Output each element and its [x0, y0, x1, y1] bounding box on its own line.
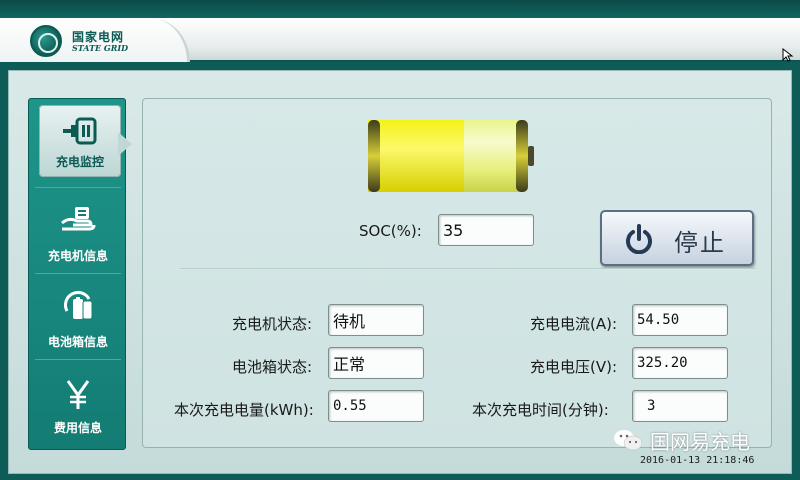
charger-state-field: 待机: [328, 304, 424, 336]
sidebar-item-fee-info[interactable]: 费用信息: [29, 363, 127, 447]
current-field: 54.50: [632, 304, 728, 336]
sidebar-item-charging-monitor[interactable]: 充电监控: [39, 105, 121, 177]
power-icon: [626, 224, 652, 254]
sidebar-item-label: 费用信息: [53, 421, 102, 435]
wechat-icon: [614, 430, 643, 451]
mouse-cursor-icon: [782, 48, 794, 62]
side-navigation: 充电监控 充电机信息 电池箱信息 费用信息: [28, 98, 126, 450]
voltage-field: 325.20: [632, 347, 728, 379]
stop-button[interactable]: 停止: [600, 210, 754, 266]
sidebar-item-battery-box-info[interactable]: 电池箱信息: [29, 275, 127, 359]
section-divider: [180, 268, 756, 270]
voltage-label: 充电电压(V):: [530, 358, 618, 376]
watermark-text: 国网易充电: [650, 430, 750, 454]
sidebar-item-label: 充电机信息: [47, 249, 108, 263]
charging-plug-icon: [63, 117, 97, 145]
energy-label: 本次充电电量(kWh):: [174, 401, 314, 419]
duration-label: 本次充电时间(分钟):: [472, 401, 609, 419]
soc-label: SOC(%):: [359, 222, 422, 240]
sidebar-item-label: 充电监控: [55, 155, 104, 169]
active-nav-pointer: [118, 132, 132, 156]
charger-state-label: 充电机状态:: [232, 315, 313, 333]
state-grid-logo-icon: [30, 25, 62, 57]
nav-divider: [35, 359, 121, 360]
nav-divider: [35, 273, 121, 274]
sidebar-item-charger-info[interactable]: 充电机信息: [29, 189, 127, 273]
stop-button-label: 停止: [674, 229, 726, 257]
battery-box-icon: [63, 290, 93, 320]
nav-divider: [35, 187, 121, 188]
timestamp: 2016-01-13 21:18:46: [640, 455, 755, 466]
sidebar-item-label: 电池箱信息: [47, 335, 108, 349]
charger-hand-icon: [61, 207, 96, 231]
duration-field: 3: [632, 390, 728, 422]
battery-level-icon: [368, 120, 534, 192]
logo-text-en: STATE GRID: [72, 43, 129, 53]
battery-box-state-field: 正常: [328, 347, 424, 379]
soc-field: 35: [438, 214, 534, 246]
top-strip: [0, 0, 800, 20]
energy-field: 0.55: [328, 390, 424, 422]
battery-box-state-label: 电池箱状态:: [232, 358, 313, 376]
current-label: 充电电流(A):: [530, 315, 618, 333]
yen-icon: [66, 380, 90, 409]
